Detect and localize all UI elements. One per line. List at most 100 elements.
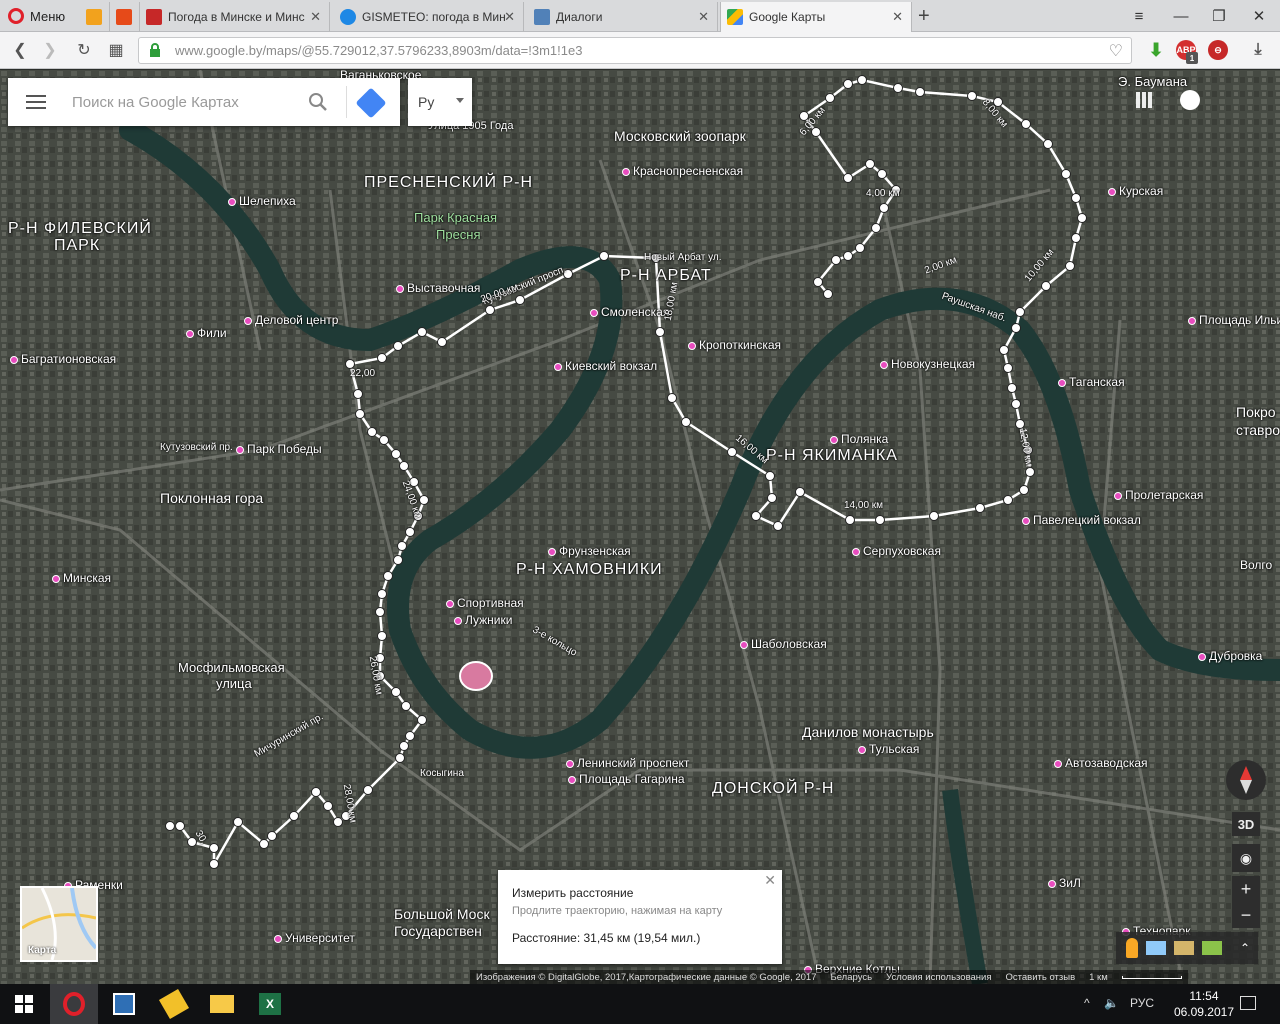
route-node[interactable] (399, 461, 409, 471)
metro-tulskaya[interactable]: Тульская (858, 742, 919, 756)
tab-gismeteo[interactable]: GISMETEO: погода в Мин ✕ (334, 2, 524, 32)
opera-menu-button[interactable]: Меню (0, 0, 76, 32)
route-node[interactable] (843, 251, 853, 261)
terms-link[interactable]: Условия использования (886, 972, 991, 983)
route-node[interactable] (915, 87, 925, 97)
metro-zil[interactable]: ЗиЛ (1048, 876, 1081, 890)
route-node[interactable] (399, 741, 409, 751)
metro-serpukhovskaya[interactable]: Серпуховская (852, 544, 941, 558)
metro-polyanka[interactable]: Полянка (830, 432, 888, 446)
tab-menu-icon[interactable]: ≡ (1120, 0, 1158, 32)
metro-frunzenskaya[interactable]: Фрунзенская (548, 544, 631, 558)
metro-luzhniki[interactable]: Лужники (454, 613, 512, 627)
block-icon[interactable]: ⊖ (1208, 40, 1228, 60)
route-node[interactable] (813, 277, 823, 287)
route-node[interactable] (405, 731, 415, 741)
route-node[interactable] (865, 159, 875, 169)
route-node[interactable] (391, 687, 401, 697)
route-node[interactable] (323, 801, 333, 811)
place-mosfilmovskaya[interactable]: Мосфильмовская (178, 660, 285, 675)
language-select[interactable]: Ру (408, 78, 472, 126)
downloads-icon[interactable]: ⤓ (1248, 40, 1268, 60)
close-icon[interactable]: ✕ (764, 872, 776, 889)
metro-leninsky-prospekt[interactable]: Ленинский проспект (566, 756, 689, 770)
route-node[interactable] (165, 821, 175, 831)
route-node[interactable] (1043, 139, 1053, 149)
route-node[interactable] (767, 493, 777, 503)
place-danilov-monastyr[interactable]: Данилов монастырь (802, 724, 934, 740)
close-tab-icon[interactable]: ✕ (698, 9, 709, 25)
expand-icon[interactable]: ⌃ (1240, 941, 1250, 955)
route-node[interactable] (599, 251, 609, 261)
taskbar-explorer[interactable] (198, 984, 246, 1024)
pegman-icon[interactable] (1126, 938, 1138, 958)
route-node[interactable] (855, 243, 865, 253)
place-bolshoi-mosk[interactable]: Большой Моск (394, 906, 490, 922)
close-tab-icon[interactable]: ✕ (504, 9, 515, 25)
route-node[interactable] (773, 521, 783, 531)
route-node[interactable] (1011, 323, 1021, 333)
download-arrow-icon[interactable]: ⬇ (1146, 40, 1166, 60)
photo-thumb-icon[interactable] (1174, 941, 1194, 955)
search-input[interactable] (72, 93, 282, 111)
route-node[interactable] (871, 223, 881, 233)
route-node[interactable] (1077, 213, 1087, 223)
route-node[interactable] (259, 839, 269, 849)
heart-icon[interactable]: ♡ (1109, 41, 1123, 61)
route-node[interactable] (795, 487, 805, 497)
route-node[interactable] (1007, 383, 1017, 393)
volume-icon[interactable]: 🔈 (1104, 996, 1119, 1010)
metro-fili[interactable]: Фили (186, 326, 227, 340)
route-node[interactable] (417, 327, 427, 337)
start-button[interactable] (0, 984, 48, 1024)
country-link[interactable]: Беларусь (830, 972, 872, 983)
zoom-out-button[interactable]: − (1232, 902, 1260, 928)
route-node[interactable] (879, 203, 889, 213)
metro-kurskaya[interactable]: Курская (1108, 184, 1163, 198)
place-volgo[interactable]: Волго (1240, 558, 1272, 572)
route-node[interactable] (1071, 193, 1081, 203)
route-node[interactable] (401, 701, 411, 711)
route-node[interactable] (267, 831, 277, 841)
metro-kropotkinskaya[interactable]: Кропоткинская (688, 338, 781, 352)
search-icon[interactable] (308, 92, 328, 112)
place-baumana[interactable]: Э. Баумана (1118, 74, 1187, 89)
notifications-icon[interactable] (1180, 90, 1200, 110)
route-node[interactable] (397, 541, 407, 551)
route-node[interactable] (419, 495, 429, 505)
route-node[interactable] (831, 255, 841, 265)
route-node[interactable] (209, 843, 219, 853)
my-location-icon[interactable]: ◉ (1232, 844, 1260, 872)
route-node[interactable] (1003, 495, 1013, 505)
map-type-toggle[interactable]: Карта (20, 886, 98, 962)
route-node[interactable] (843, 79, 853, 89)
metro-vystavochnaya[interactable]: Выставочная (396, 281, 480, 295)
route-node[interactable] (311, 787, 321, 797)
route-node[interactable] (857, 75, 867, 85)
place-zoo[interactable]: Московский зоопарк (614, 128, 746, 144)
new-tab-button[interactable]: + (918, 5, 930, 28)
route-node[interactable] (825, 93, 835, 103)
route-node[interactable] (393, 341, 403, 351)
taskbar-opera[interactable] (50, 984, 98, 1024)
metro-universitet[interactable]: Университет (274, 931, 355, 945)
tab-mail[interactable] (80, 2, 110, 32)
forward-button[interactable]: ❯ (38, 38, 62, 62)
route-node[interactable] (353, 389, 363, 399)
tab-google-maps[interactable]: Google Карты ✕ (720, 2, 912, 32)
photo-thumb-icon[interactable] (1202, 941, 1222, 955)
route-node[interactable] (1019, 485, 1029, 495)
route-node[interactable] (395, 753, 405, 763)
route-node[interactable] (375, 607, 385, 617)
taskbar-save-app[interactable] (100, 984, 148, 1024)
metro-smolenskaya[interactable]: Смоленская (590, 305, 669, 319)
route-node[interactable] (1011, 399, 1021, 409)
metro-bagrationovskaya[interactable]: Багратионовская (10, 352, 116, 366)
metro-taganskaya[interactable]: Таганская (1058, 375, 1125, 389)
keyboard-language[interactable]: РУС (1130, 996, 1154, 1010)
system-clock[interactable]: 11:54 06.09.2017 (1174, 988, 1234, 1020)
compass-icon[interactable] (1226, 760, 1266, 800)
close-tab-icon[interactable]: ✕ (310, 9, 321, 25)
maximize-button[interactable]: ❐ (1200, 0, 1238, 32)
route-node[interactable] (333, 817, 343, 827)
